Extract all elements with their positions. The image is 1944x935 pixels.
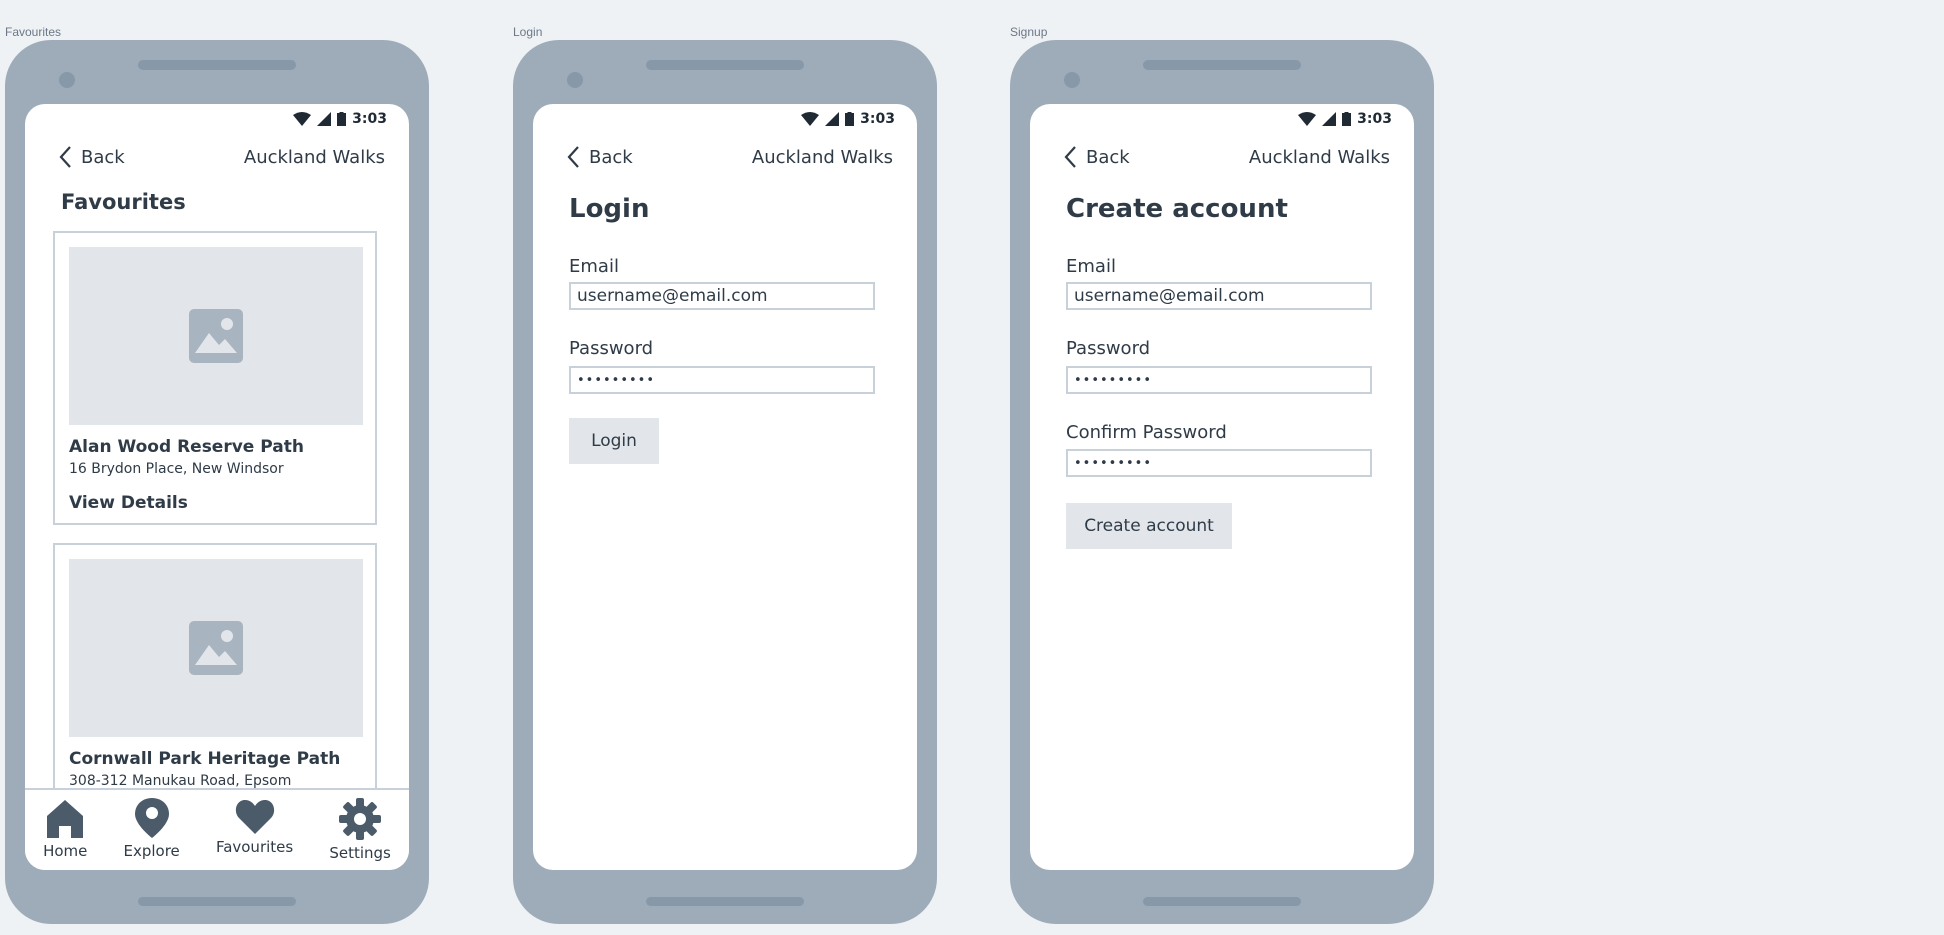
login-button[interactable]: Login [569, 418, 659, 464]
screen-signup: 3:03 Back Auckland Walks Create account … [1030, 104, 1414, 870]
card-title: Cornwall Park Heritage Path [69, 749, 341, 769]
frame-label-signup: Signup [1010, 25, 1048, 39]
favourite-card[interactable]: Cornwall Park Heritage Path 308-312 Manu… [53, 543, 377, 803]
back-button[interactable]: Back [567, 146, 633, 168]
frame-label-login: Login [513, 25, 543, 39]
back-label: Back [1086, 146, 1130, 168]
view-details-link[interactable]: View Details [69, 493, 188, 513]
chevron-left-icon [59, 146, 71, 168]
back-label: Back [589, 146, 633, 168]
tab-label: Explore [123, 842, 180, 860]
confirm-password-field[interactable]: ••••••••• [1066, 449, 1372, 477]
card-address: 16 Brydon Place, New Windsor [69, 461, 284, 477]
app-title: Auckland Walks [243, 146, 385, 168]
wifi-icon [801, 112, 820, 126]
password-label: Password [569, 338, 654, 359]
signal-icon [825, 112, 840, 126]
status-time: 3:03 [352, 111, 387, 127]
image-placeholder [69, 559, 363, 737]
phone-login: 3:03 Back Auckland Walks Login Email use… [513, 40, 937, 924]
camera [567, 72, 583, 88]
battery-icon [337, 112, 347, 126]
battery-icon [845, 112, 855, 126]
home-indicator [138, 897, 296, 906]
tab-settings[interactable]: Settings [329, 798, 391, 862]
screen-login: 3:03 Back Auckland Walks Login Email use… [533, 104, 917, 870]
speaker [1143, 60, 1301, 70]
status-bar: 3:03 [801, 108, 895, 130]
camera [1064, 72, 1080, 88]
tab-label: Home [43, 842, 88, 860]
email-label: Email [1066, 256, 1116, 277]
image-placeholder [69, 247, 363, 425]
phone-favourites: 3:03 Back Auckland Walks Favourites Alan… [5, 40, 429, 924]
speaker [646, 60, 804, 70]
heart-icon [235, 800, 274, 834]
screen-favourites: 3:03 Back Auckland Walks Favourites Alan… [25, 104, 409, 870]
image-icon [189, 309, 243, 363]
tab-favourites[interactable]: Favourites [216, 798, 293, 856]
tab-label: Favourites [215, 838, 294, 856]
phone-signup: 3:03 Back Auckland Walks Create account … [1010, 40, 1434, 924]
home-indicator [646, 897, 804, 906]
card-title: Alan Wood Reserve Path [69, 437, 304, 457]
favourite-card[interactable]: Alan Wood Reserve Path 16 Brydon Place, … [53, 231, 377, 525]
back-button[interactable]: Back [59, 146, 125, 168]
create-account-button[interactable]: Create account [1066, 503, 1232, 549]
status-bar: 3:03 [1298, 108, 1392, 130]
email-field[interactable]: username@email.com [569, 282, 875, 310]
password-field[interactable]: ••••••••• [569, 366, 875, 394]
wifi-icon [293, 112, 312, 126]
password-field[interactable]: ••••••••• [1066, 366, 1372, 394]
status-time: 3:03 [1357, 111, 1392, 127]
battery-icon [1342, 112, 1352, 126]
back-label: Back [81, 146, 125, 168]
gear-icon [339, 798, 382, 840]
tab-label: Settings [329, 844, 391, 862]
page-title: Login [569, 194, 650, 224]
speaker [138, 60, 296, 70]
email-label: Email [569, 256, 619, 277]
app-bar: Back Auckland Walks [567, 142, 893, 172]
back-button[interactable]: Back [1064, 146, 1130, 168]
chevron-left-icon [1064, 146, 1076, 168]
status-bar: 3:03 [293, 108, 387, 130]
wifi-icon [1298, 112, 1317, 126]
card-address: 308-312 Manukau Road, Epsom [69, 773, 292, 789]
email-field[interactable]: username@email.com [1066, 282, 1372, 310]
chevron-left-icon [567, 146, 579, 168]
status-time: 3:03 [860, 111, 895, 127]
page-title: Favourites [61, 190, 186, 214]
signal-icon [317, 112, 332, 126]
tab-explore[interactable]: Explore [124, 798, 180, 860]
signal-icon [1322, 112, 1337, 126]
app-title: Auckland Walks [1248, 146, 1390, 168]
app-bar: Back Auckland Walks [1064, 142, 1390, 172]
app-bar: Back Auckland Walks [59, 142, 385, 172]
frame-label-favourites: Favourites [5, 25, 62, 39]
image-icon [189, 621, 243, 675]
password-label: Password [1066, 338, 1151, 359]
camera [59, 72, 75, 88]
page-title: Create account [1066, 194, 1288, 224]
bottom-tab-bar: Home Explore Favourites Settings [25, 788, 409, 870]
app-title: Auckland Walks [751, 146, 893, 168]
tab-home[interactable]: Home [43, 798, 87, 860]
home-icon [47, 800, 84, 838]
home-indicator [1143, 897, 1301, 906]
map-pin-icon [134, 798, 169, 838]
confirm-password-label: Confirm Password [1066, 422, 1227, 443]
